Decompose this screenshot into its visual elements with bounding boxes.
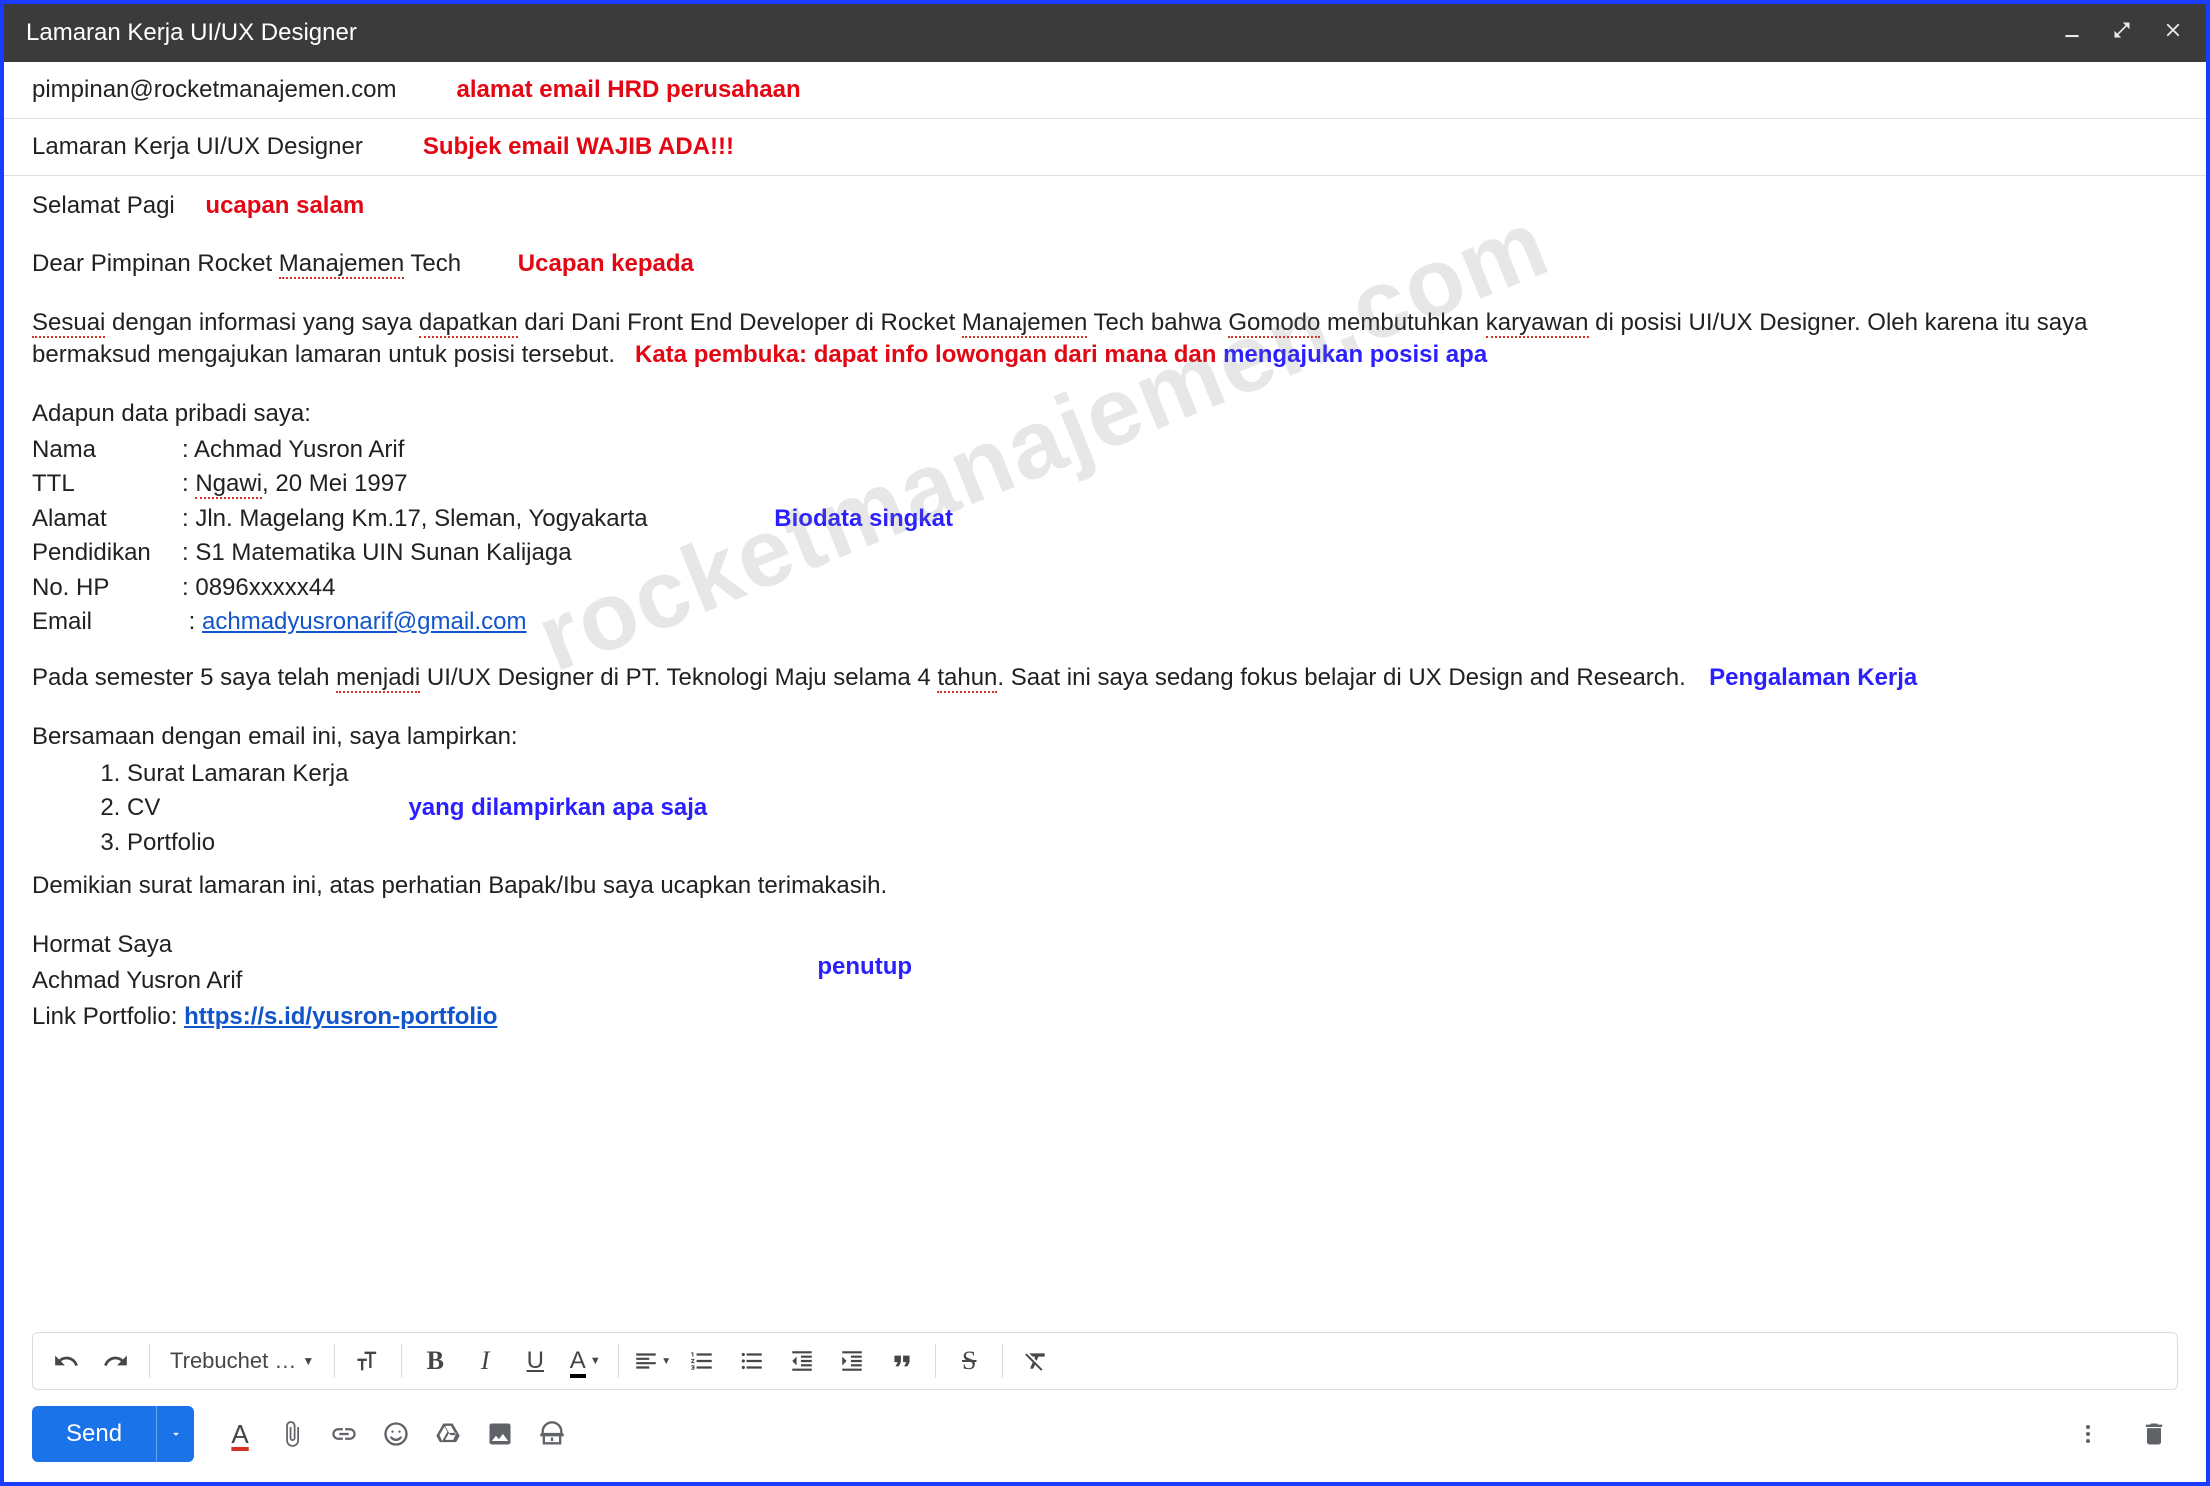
closing-line: Demikian surat lamaran ini, atas perhati… (32, 870, 2176, 902)
insert-emoji-button[interactable] (372, 1410, 420, 1458)
indent-more-button[interactable] (829, 1338, 875, 1384)
body-salutation-pre: Dear Pimpinan Rocket (32, 250, 279, 277)
formatting-toggle-button[interactable]: A (216, 1410, 264, 1458)
indent-less-button[interactable] (779, 1338, 825, 1384)
to-value: pimpinan@rocketmanajemen.com (32, 76, 397, 104)
send-button[interactable]: Send (32, 1406, 156, 1462)
underline-button[interactable]: U (512, 1338, 558, 1384)
annotation-salutation: Ucapan kepada (518, 248, 694, 280)
list-item: Surat Lamaran Kerja (127, 757, 348, 791)
attachment-list: Surat Lamaran Kerja CV Portfolio (32, 757, 348, 860)
attach-file-button[interactable] (268, 1410, 316, 1458)
compose-header: Lamaran Kerja UI/UX Designer (4, 4, 2206, 62)
subject-field-row[interactable]: Lamaran Kerja UI/UX Designer Subjek emai… (4, 119, 2206, 176)
confidential-mode-button[interactable] (528, 1410, 576, 1458)
undo-button[interactable] (43, 1338, 89, 1384)
attach-intro: Bersamaan dengan email ini, saya lampirk… (32, 721, 2176, 753)
bio-intro: Adapun data pribadi saya: (32, 398, 2176, 430)
to-field-row[interactable]: pimpinan@rocketmanajemen.com alamat emai… (4, 62, 2206, 119)
bio-table: Nama: Achmad Yusron Arif TTL: Ngawi, 20 … (32, 434, 961, 640)
strikethrough-button[interactable]: S (946, 1338, 992, 1384)
insert-drive-button[interactable] (424, 1410, 472, 1458)
list-item: Portfolio (127, 826, 348, 860)
hormat: Hormat Saya (32, 929, 497, 961)
list-item: CV (127, 791, 348, 825)
bold-button[interactable]: B (412, 1338, 458, 1384)
portfolio-label: Link Portfolio: (32, 1003, 184, 1030)
annotation-to: alamat email HRD perusahaan (457, 76, 801, 104)
annotation-attachments: yang dilampirkan apa saja (408, 792, 707, 824)
body-opening: Sesuai dengan informasi yang saya dapatk… (32, 307, 2176, 372)
annotation-opening: Kata pembuka: dapat info lowongan dari m… (635, 341, 1216, 368)
portfolio-link[interactable]: https://s.id/yusron-portfolio (184, 1003, 497, 1030)
body-greeting: Selamat Pagi (32, 192, 175, 219)
formatting-toolbar: Trebuchet …▼ B I U A▼ ▼ S (32, 1332, 2178, 1390)
minimize-icon[interactable] (2062, 19, 2082, 47)
close-icon[interactable] (2162, 19, 2184, 48)
discard-draft-button[interactable] (2130, 1410, 2178, 1458)
compose-action-bar: Send A (4, 1396, 2206, 1482)
align-button[interactable]: ▼ (629, 1338, 675, 1384)
annotation-biodata: Biodata singkat (774, 503, 953, 535)
compose-body[interactable]: rocketmanajemen.com Selamat Pagi ucapan … (4, 176, 2206, 1332)
annotation-greeting: ucapan salam (205, 190, 364, 222)
body-salutation-sp: Manajemen (279, 250, 404, 279)
subject-value: Lamaran Kerja UI/UX Designer (32, 133, 363, 161)
send-options-button[interactable] (156, 1406, 194, 1462)
annotation-closing: penutup (817, 951, 912, 983)
annotation-opening-blue: mengajukan posisi apa (1223, 341, 1487, 368)
annotation-experience: Pengalaman Kerja (1709, 664, 1917, 691)
font-size-button[interactable] (345, 1338, 391, 1384)
clear-formatting-button[interactable] (1013, 1338, 1059, 1384)
insert-photo-button[interactable] (476, 1410, 524, 1458)
insert-link-button[interactable] (320, 1410, 368, 1458)
bullet-list-button[interactable] (729, 1338, 775, 1384)
more-options-button[interactable] (2064, 1410, 2112, 1458)
font-selector[interactable]: Trebuchet …▼ (160, 1348, 324, 1374)
nama-ttd: Achmad Yusron Arif (32, 965, 497, 997)
italic-button[interactable]: I (462, 1338, 508, 1384)
compose-title: Lamaran Kerja UI/UX Designer (26, 19, 357, 47)
popout-icon[interactable] (2112, 19, 2132, 47)
body-experience: Pada semester 5 saya telah menjadi UI/UX… (32, 662, 2176, 694)
quote-button[interactable] (879, 1338, 925, 1384)
annotation-subject: Subjek email WAJIB ADA!!! (423, 133, 734, 161)
bio-email-link[interactable]: achmadyusronarif@gmail.com (202, 608, 526, 635)
numbered-list-button[interactable] (679, 1338, 725, 1384)
text-color-button[interactable]: A▼ (562, 1338, 608, 1384)
body-salutation-post: Tech (404, 250, 461, 277)
redo-button[interactable] (93, 1338, 139, 1384)
